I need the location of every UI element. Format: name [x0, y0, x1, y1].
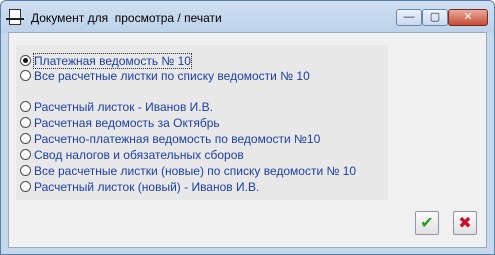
window-title: Документ для просмотра / печати [31, 11, 222, 25]
option-label[interactable]: Платежная ведомость № 10 [33, 52, 192, 69]
option-all-payslips[interactable]: Все расчетные листки по списку ведомости… [20, 68, 310, 83]
minimize-button[interactable]: — [396, 9, 422, 26]
option-label[interactable]: Свод налогов и обязательных сборов [34, 148, 244, 162]
radio-button[interactable] [20, 165, 31, 176]
option-label[interactable]: Расчетно-платежная ведомость по ведомост… [34, 132, 320, 146]
radio-button[interactable] [20, 181, 31, 192]
option-label[interactable]: Расчетная ведомость за Октябрь [34, 116, 220, 130]
cancel-button[interactable]: ✖ [453, 211, 477, 235]
option-label[interactable]: Все расчетные листки по списку ведомости… [34, 69, 310, 83]
dialog-window: Документ для просмотра / печати — ▢ ✕ Пл… [0, 0, 495, 255]
option-label[interactable]: Расчетный листок (новый) - Иванов И.В. [34, 180, 259, 194]
close-button[interactable]: ✕ [448, 9, 488, 26]
checkmark-icon: ✔ [420, 215, 434, 232]
option-all-payslips-new[interactable]: Все расчетные листки (новые) по списку в… [20, 163, 356, 178]
radio-button[interactable] [20, 149, 31, 160]
radio-button[interactable] [20, 101, 31, 112]
radio-button[interactable] [20, 133, 31, 144]
title-bar[interactable]: Документ для просмотра / печати — ▢ ✕ [1, 1, 494, 33]
dialog-body: Платежная ведомость № 10 Все расчетные л… [8, 32, 487, 248]
maximize-button[interactable]: ▢ [422, 9, 448, 26]
ok-button[interactable]: ✔ [415, 211, 439, 235]
document-icon [6, 9, 24, 25]
option-payroll-payment-statement[interactable]: Расчетно-платежная ведомость по ведомост… [20, 131, 320, 146]
radio-button[interactable] [20, 117, 31, 128]
cross-icon: ✖ [458, 215, 472, 232]
option-payment-statement[interactable]: Платежная ведомость № 10 [20, 52, 192, 69]
radio-button-selected[interactable] [20, 55, 31, 66]
option-tax-summary[interactable]: Свод налогов и обязательных сборов [20, 147, 244, 162]
option-payslip-new-ivanov[interactable]: Расчетный листок (новый) - Иванов И.В. [20, 179, 259, 194]
option-label[interactable]: Расчетный листок - Иванов И.В. [34, 100, 213, 114]
option-payslip-ivanov[interactable]: Расчетный листок - Иванов И.В. [20, 99, 213, 114]
options-group: Платежная ведомость № 10 Все расчетные л… [16, 45, 388, 200]
option-label[interactable]: Все расчетные листки (новые) по списку в… [34, 164, 356, 178]
radio-button[interactable] [20, 70, 31, 81]
option-payroll-october[interactable]: Расчетная ведомость за Октябрь [20, 115, 220, 130]
